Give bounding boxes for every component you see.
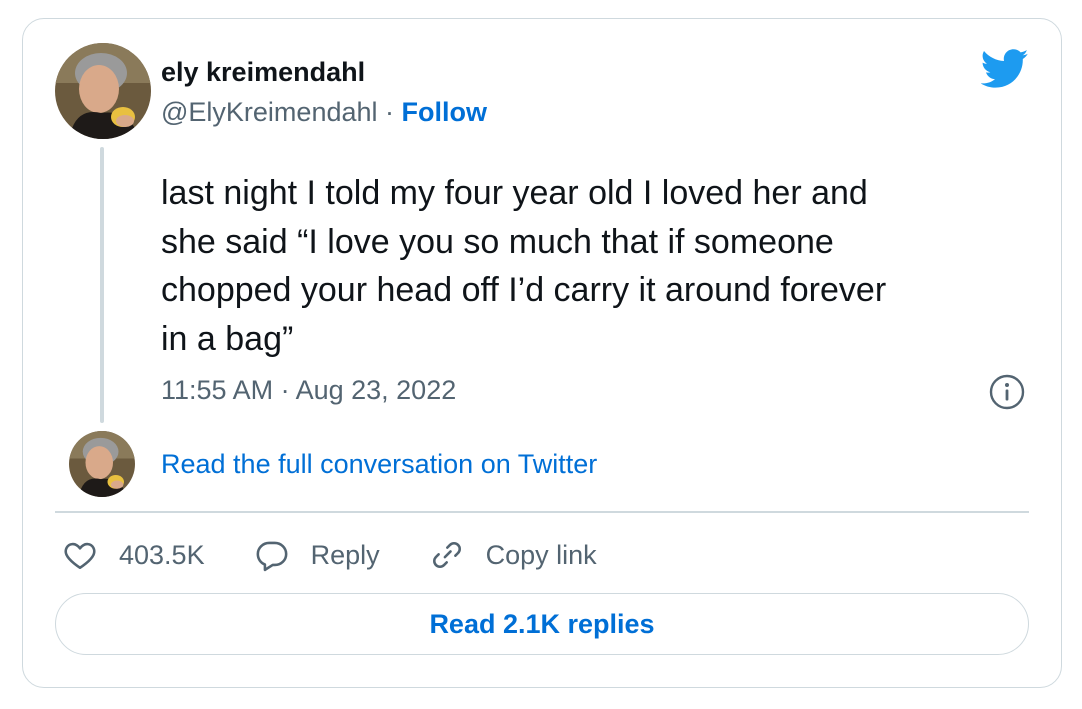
copy-link-label: Copy link [485,539,597,570]
author-handle-row: @ElyKreimendahl · Follow [161,95,487,129]
author-handle[interactable]: @ElyKreimendahl [161,97,378,127]
tweet-card: ely kreimendahl @ElyKreimendahl · Follow… [22,18,1062,688]
tweet-text: last night I told my four year old I lov… [161,174,887,358]
twitter-bird-icon[interactable] [981,49,1029,89]
reply-button[interactable]: Reply [255,538,380,572]
conversation-avatar[interactable] [69,431,135,497]
thread-line [100,147,104,423]
follow-button[interactable]: Follow [402,97,487,127]
action-bar: 403.5K Reply Copy link [63,533,647,577]
reply-label: Reply [310,539,380,570]
info-icon[interactable] [989,374,1025,410]
copy-link-button[interactable]: Copy link [430,538,597,572]
reply-bubble-icon [256,541,288,572]
like-count: 403.5K [119,539,205,570]
heart-icon [64,542,96,570]
link-icon [432,542,461,568]
author-name[interactable]: ely kreimendahl [161,55,365,89]
handle-separator: · [377,97,402,127]
like-button[interactable]: 403.5K [63,538,205,572]
avatar-image [69,431,135,497]
read-conversation-link[interactable]: Read the full conversation on Twitter [161,447,597,481]
author-avatar[interactable] [55,43,151,139]
read-replies-button[interactable]: Read 2.1K replies [55,593,1029,655]
divider [55,511,1029,513]
avatar-image [55,43,151,139]
tweet-timestamp[interactable]: 11:55 AM · Aug 23, 2022 [161,373,456,407]
